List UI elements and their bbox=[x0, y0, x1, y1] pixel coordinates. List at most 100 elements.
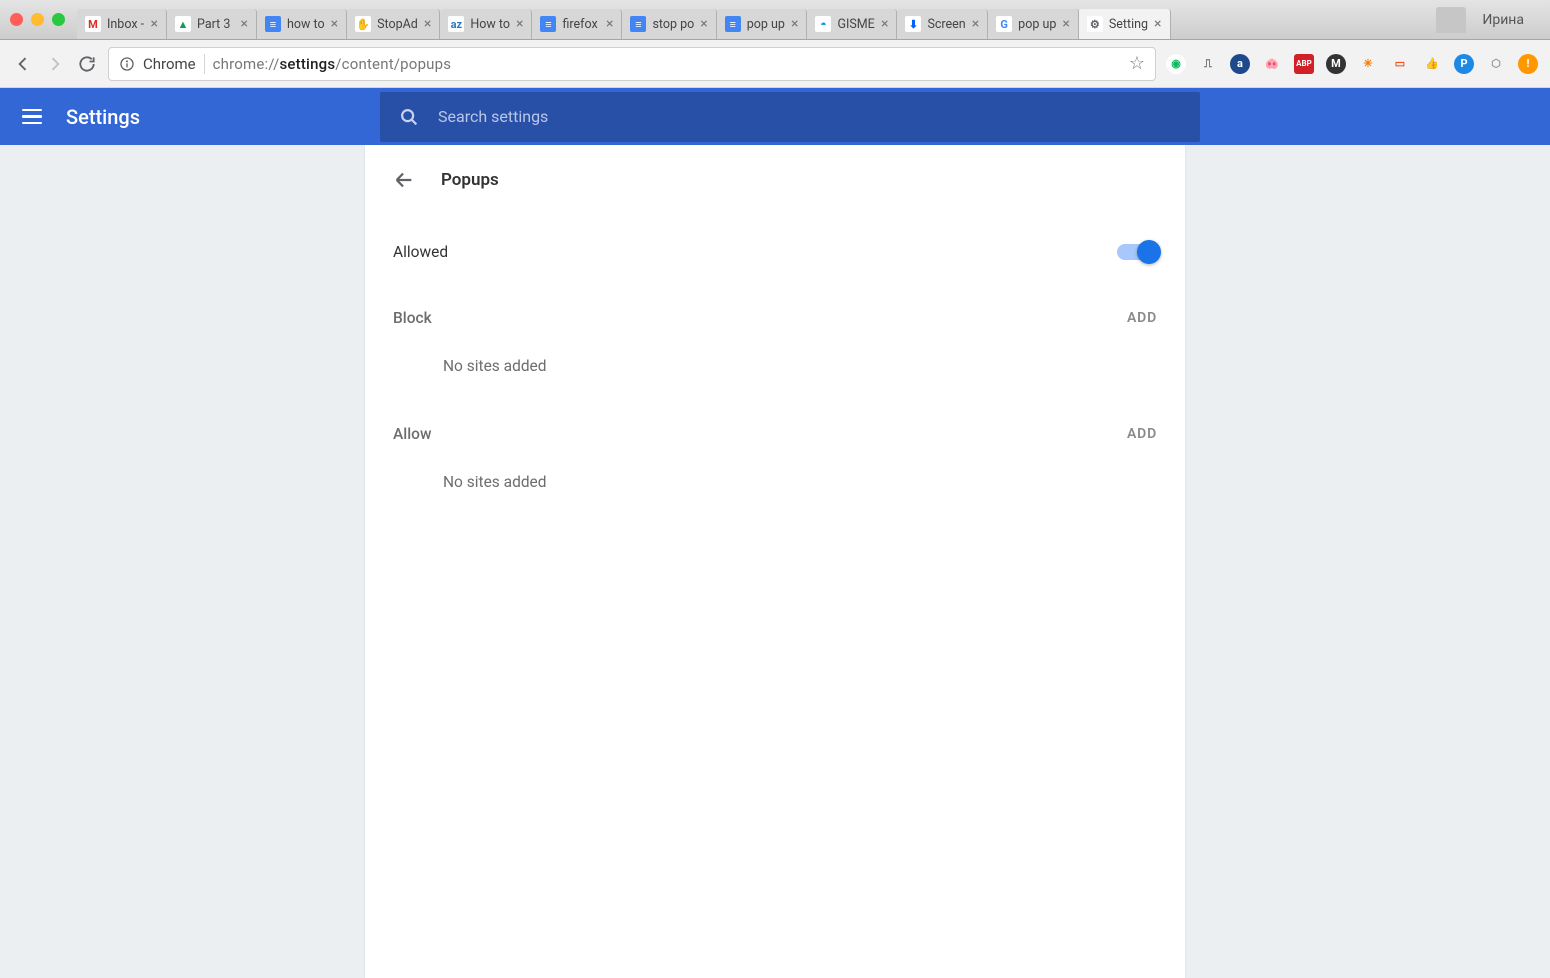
minimize-window-button[interactable] bbox=[31, 13, 44, 26]
browser-tab[interactable]: ▲ Part 3 × bbox=[167, 9, 257, 39]
menu-icon[interactable] bbox=[22, 105, 46, 129]
tab-label: Setting bbox=[1109, 17, 1148, 32]
tab-favicon: M bbox=[85, 16, 101, 32]
address-bar[interactable]: Chrome chrome://settings/content/popups … bbox=[108, 47, 1156, 81]
block-empty-text: No sites added bbox=[389, 351, 1161, 401]
tab-close-icon[interactable]: × bbox=[516, 16, 523, 32]
close-window-button[interactable] bbox=[10, 13, 23, 26]
extension-icon[interactable]: a bbox=[1230, 54, 1250, 74]
tab-favicon: G bbox=[996, 16, 1012, 32]
search-settings-input[interactable] bbox=[438, 107, 1182, 126]
browser-tab[interactable]: ≡ pop up × bbox=[717, 9, 808, 39]
content-area: Popups Allowed Block ADD No sites added … bbox=[0, 145, 1550, 978]
tab-label: firefox bbox=[562, 17, 600, 32]
tab-label: how to bbox=[287, 17, 325, 32]
back-arrow-icon[interactable] bbox=[393, 169, 415, 191]
tab-label: Screen bbox=[927, 17, 965, 32]
tab-favicon: ◓ bbox=[815, 16, 831, 32]
browser-tab[interactable]: ≡ stop po × bbox=[622, 9, 716, 39]
extension-icon[interactable]: ✳ bbox=[1358, 54, 1378, 74]
omnibox-separator bbox=[204, 54, 205, 74]
browser-tab[interactable]: M Inbox - × bbox=[77, 9, 167, 39]
browser-tab[interactable]: ◓ GISME × bbox=[807, 9, 897, 39]
back-button[interactable] bbox=[12, 53, 34, 75]
site-info-icon[interactable] bbox=[119, 56, 135, 72]
tab-close-icon[interactable]: × bbox=[972, 16, 979, 32]
tab-close-icon[interactable]: × bbox=[791, 16, 798, 32]
search-settings-box[interactable] bbox=[380, 92, 1200, 142]
allow-empty-text: No sites added bbox=[389, 467, 1161, 517]
tab-close-icon[interactable]: × bbox=[700, 16, 707, 32]
browser-tab[interactable]: ✋ StopAd × bbox=[347, 9, 440, 39]
settings-title: Settings bbox=[66, 105, 140, 129]
extension-icon[interactable]: ABP bbox=[1294, 54, 1314, 74]
bookmark-star-icon[interactable]: ☆ bbox=[1129, 53, 1145, 74]
tab-favicon: ≡ bbox=[725, 16, 741, 32]
extension-icons: ◉ ⎍ a 🐽 ABP M ✳ ▭ 👍 P ⬡! bbox=[1166, 54, 1538, 74]
tab-favicon: ≡ bbox=[265, 16, 281, 32]
tab-favicon: ⬇ bbox=[905, 16, 921, 32]
tab-close-icon[interactable]: × bbox=[606, 16, 613, 32]
allow-title: Allow bbox=[393, 425, 431, 443]
tab-favicon: ≡ bbox=[630, 16, 646, 32]
settings-header: Settings bbox=[0, 88, 1550, 145]
tab-favicon: ▲ bbox=[175, 16, 191, 32]
extension-icon[interactable]: ◉ bbox=[1166, 54, 1186, 74]
tab-label: How to bbox=[470, 17, 510, 32]
tab-label: pop up bbox=[747, 17, 785, 32]
page-title: Popups bbox=[441, 170, 499, 190]
extension-icon[interactable]: ▭ bbox=[1390, 54, 1410, 74]
tab-label: stop po bbox=[652, 17, 694, 32]
tab-close-icon[interactable]: × bbox=[1062, 16, 1069, 32]
tab-strip: M Inbox - × ▲ Part 3 × ≡ how to × ✋ StopAd × az How t… bbox=[77, 0, 1432, 39]
tab-close-icon[interactable]: × bbox=[331, 16, 338, 32]
tab-favicon: ✋ bbox=[355, 16, 371, 32]
block-title: Block bbox=[393, 309, 432, 327]
tab-favicon: ⚙ bbox=[1087, 16, 1103, 32]
reload-button[interactable] bbox=[76, 53, 98, 75]
extension-icon[interactable]: ! bbox=[1518, 54, 1538, 74]
tab-close-icon[interactable]: × bbox=[881, 16, 888, 32]
browser-tab[interactable]: az How to × bbox=[440, 9, 532, 39]
allow-section-header: Allow ADD bbox=[389, 401, 1161, 467]
extension-icon[interactable]: ⎍ bbox=[1198, 54, 1218, 74]
forward-button[interactable] bbox=[44, 53, 66, 75]
tab-label: pop up bbox=[1018, 17, 1056, 32]
extension-icon[interactable]: ⬡ bbox=[1486, 54, 1506, 74]
tab-label: Inbox - bbox=[107, 17, 145, 32]
extension-icon[interactable]: M bbox=[1326, 54, 1346, 74]
new-tab-button[interactable] bbox=[1436, 7, 1466, 33]
tab-label: GISME bbox=[837, 17, 875, 32]
tab-label: Part 3 bbox=[197, 17, 235, 32]
settings-card: Popups Allowed Block ADD No sites added … bbox=[365, 145, 1185, 978]
tab-close-icon[interactable]: × bbox=[151, 16, 158, 32]
search-icon bbox=[398, 106, 420, 128]
allowed-toggle[interactable] bbox=[1117, 244, 1157, 260]
macos-window-controls bbox=[10, 13, 65, 26]
browser-tab[interactable]: ≡ firefox × bbox=[532, 9, 622, 39]
extension-icon[interactable]: 👍 bbox=[1422, 54, 1442, 74]
allowed-toggle-row: Allowed bbox=[389, 219, 1161, 285]
window-chrome: M Inbox - × ▲ Part 3 × ≡ how to × ✋ StopAd × az How t… bbox=[0, 0, 1550, 40]
browser-tab[interactable]: ⬇ Screen × bbox=[897, 9, 988, 39]
browser-tab[interactable]: ≡ how to × bbox=[257, 9, 347, 39]
block-add-button[interactable]: ADD bbox=[1127, 310, 1157, 326]
tab-favicon: ≡ bbox=[540, 16, 556, 32]
tab-close-icon[interactable]: × bbox=[1154, 16, 1161, 32]
block-section-header: Block ADD bbox=[389, 285, 1161, 351]
allow-add-button[interactable]: ADD bbox=[1127, 426, 1157, 442]
extension-icon[interactable]: 🐽 bbox=[1262, 54, 1282, 74]
allowed-label: Allowed bbox=[393, 243, 448, 261]
browser-toolbar: Chrome chrome://settings/content/popups … bbox=[0, 40, 1550, 88]
tab-favicon: az bbox=[448, 16, 464, 32]
tab-close-icon[interactable]: × bbox=[424, 16, 431, 32]
profile-name[interactable]: Ирина bbox=[1466, 12, 1540, 28]
maximize-window-button[interactable] bbox=[52, 13, 65, 26]
url-text: chrome://settings/content/popups bbox=[213, 55, 452, 73]
tab-label: StopAd bbox=[377, 17, 418, 32]
page-header: Popups bbox=[389, 145, 1161, 219]
browser-tab[interactable]: ⚙ Setting × bbox=[1079, 9, 1171, 39]
extension-icon[interactable]: P bbox=[1454, 54, 1474, 74]
tab-close-icon[interactable]: × bbox=[241, 16, 248, 32]
browser-tab[interactable]: Gpop up × bbox=[988, 9, 1079, 39]
